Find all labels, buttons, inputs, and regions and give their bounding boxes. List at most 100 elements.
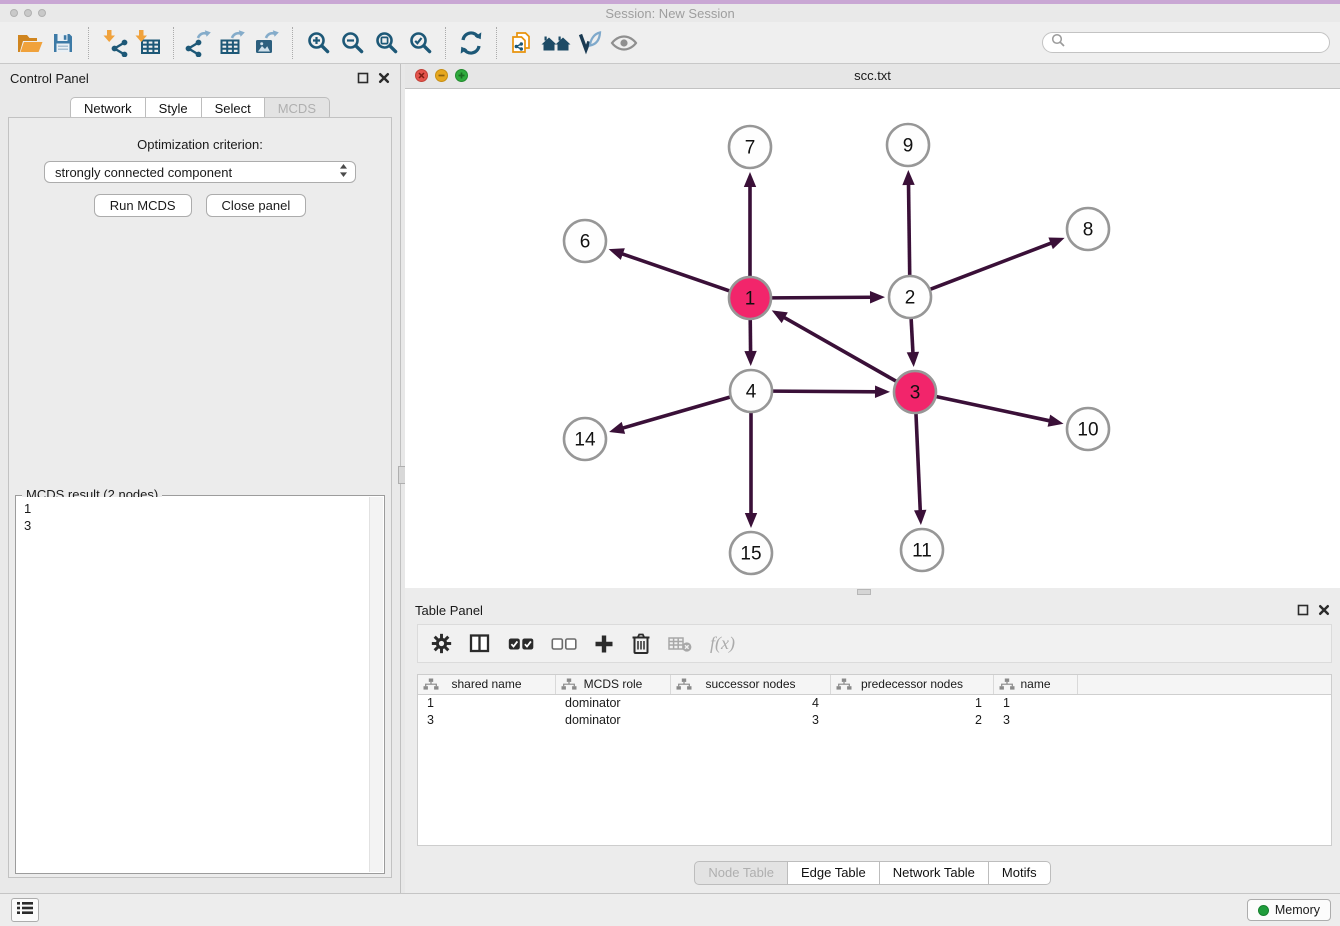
close-panel-button[interactable]: Close panel	[206, 194, 307, 217]
tab-motifs[interactable]: Motifs	[989, 861, 1051, 885]
optimization-criterion-select[interactable]: strongly connected component	[44, 161, 356, 183]
toolbar-separator	[445, 27, 446, 59]
edge-1-2[interactable]	[772, 297, 872, 298]
table-row[interactable]: 3dominator323	[418, 712, 1331, 729]
edge-3-11[interactable]	[916, 414, 920, 512]
memory-button[interactable]: Memory	[1247, 899, 1331, 921]
table-cell[interactable]: 1	[994, 695, 1078, 712]
column-header-name[interactable]: name	[994, 675, 1078, 694]
status-bar: Memory	[0, 893, 1340, 926]
table-row[interactable]: 1dominator411	[418, 695, 1331, 712]
window-title: Session: New Session	[0, 6, 1340, 21]
result-scrollbar[interactable]	[369, 497, 383, 872]
close-panel-icon[interactable]	[378, 71, 390, 89]
network-window-titlebar: scc.txt	[405, 64, 1340, 89]
edge-2-3[interactable]	[911, 319, 913, 354]
column-type-icon	[676, 678, 692, 697]
column-label: predecessor nodes	[861, 677, 963, 691]
column-label: shared name	[451, 677, 521, 691]
table-cell[interactable]: 2	[831, 712, 994, 729]
edge-1-6[interactable]	[621, 253, 729, 290]
column-header-mcds-role[interactable]: MCDS role	[556, 675, 671, 694]
edge-arrowhead	[1048, 237, 1064, 249]
task-history-button[interactable]	[11, 898, 39, 922]
table-cell[interactable]: dominator	[556, 712, 671, 729]
search-box[interactable]	[1042, 32, 1330, 53]
control-panel-title: Control Panel	[10, 71, 89, 86]
control-panel: Control Panel NetworkStyleSelectMCDS Opt…	[0, 64, 400, 893]
search-input[interactable]	[1071, 34, 1329, 51]
close-panel-icon[interactable]	[1318, 603, 1330, 621]
table-cell[interactable]: 4	[671, 695, 831, 712]
edge-2-9[interactable]	[909, 183, 910, 275]
table-cell[interactable]: 1	[418, 695, 556, 712]
network-canvas[interactable]: 7968124314101511	[405, 89, 1340, 588]
import-table-icon[interactable]	[131, 27, 165, 59]
list-icon	[16, 901, 34, 920]
column-type-icon	[836, 678, 852, 697]
table-cell[interactable]: 3	[418, 712, 556, 729]
apply-layout-icon[interactable]	[454, 27, 488, 59]
edge-arrowhead	[744, 172, 756, 187]
mcds-result-node: 3	[17, 517, 383, 534]
export-image-icon[interactable]	[250, 27, 284, 59]
table-panel: Table Panel f(x) shared nameMCDS rolesuc…	[405, 596, 1340, 893]
float-panel-icon[interactable]	[357, 71, 369, 89]
table-cell[interactable]: 1	[831, 695, 994, 712]
tab-network-table[interactable]: Network Table	[880, 861, 989, 885]
run-mcds-button[interactable]: Run MCDS	[94, 194, 192, 217]
zoom-out-icon[interactable]	[335, 27, 369, 59]
table-cell[interactable]: 3	[671, 712, 831, 729]
horizontal-splitter[interactable]	[405, 588, 1340, 596]
memory-label: Memory	[1275, 903, 1320, 917]
select-stepper-icon	[339, 163, 348, 181]
function-builder-icon: f(x)	[709, 633, 740, 654]
toolbar-separator	[496, 27, 497, 59]
zoom-fit-icon[interactable]	[369, 27, 403, 59]
tab-edge-table[interactable]: Edge Table	[788, 861, 880, 885]
edge-4-3[interactable]	[773, 391, 877, 392]
export-table-icon[interactable]	[216, 27, 250, 59]
import-network-icon[interactable]	[97, 27, 131, 59]
node-table[interactable]: shared name MCDS rolesuccessor nodes prede…	[417, 674, 1332, 846]
edge-3-10[interactable]	[937, 397, 1051, 421]
export-network-icon[interactable]	[182, 27, 216, 59]
zoom-in-icon[interactable]	[301, 27, 335, 59]
new-network-from-selection-icon[interactable]	[505, 27, 539, 59]
svg-text:f(x): f(x)	[710, 633, 735, 654]
edge-arrowhead	[1048, 415, 1064, 427]
delete-columns-icon[interactable]	[631, 632, 651, 655]
vizmapper-icon[interactable]	[573, 27, 607, 59]
create-column-icon[interactable]	[594, 634, 614, 654]
column-label: name	[1020, 677, 1050, 691]
hide-panels-icon[interactable]	[539, 27, 573, 59]
select-all-columns-icon[interactable]	[508, 637, 534, 651]
splitter-handle[interactable]	[857, 589, 871, 595]
network-title: scc.txt	[405, 68, 1340, 83]
edge-arrowhead	[744, 351, 756, 366]
tab-node-table[interactable]: Node Table	[694, 861, 788, 885]
main-toolbar	[0, 22, 1340, 64]
mcds-result-box: MCDS result (2 nodes) 13	[15, 495, 385, 874]
mcds-panel: Optimization criterion: strongly connect…	[8, 117, 392, 878]
table-header-row: shared name MCDS rolesuccessor nodes prede…	[418, 675, 1331, 695]
network-graph[interactable]: 7968124314101511	[405, 89, 1340, 589]
edge-arrowhead	[875, 386, 890, 398]
zoom-selected-icon[interactable]	[403, 27, 437, 59]
show-graphics-details-icon[interactable]	[607, 27, 641, 59]
open-session-icon[interactable]	[12, 27, 46, 59]
table-mode-icon[interactable]	[431, 633, 452, 654]
save-session-icon[interactable]	[46, 27, 80, 59]
float-panel-icon[interactable]	[1297, 603, 1309, 621]
column-header-successor-nodes[interactable]: successor nodes	[671, 675, 831, 694]
table-cell[interactable]: dominator	[556, 695, 671, 712]
column-header-predecessor-nodes[interactable]: predecessor nodes	[831, 675, 994, 694]
edge-4-14[interactable]	[622, 397, 730, 428]
edge-3-1[interactable]	[783, 317, 896, 381]
table-cell[interactable]: 3	[994, 712, 1078, 729]
column-type-icon	[999, 678, 1015, 697]
unselect-all-columns-icon[interactable]	[551, 637, 577, 651]
show-columns-icon[interactable]	[469, 633, 491, 654]
column-header-shared-name[interactable]: shared name	[418, 675, 556, 694]
edge-2-8[interactable]	[931, 243, 1053, 290]
